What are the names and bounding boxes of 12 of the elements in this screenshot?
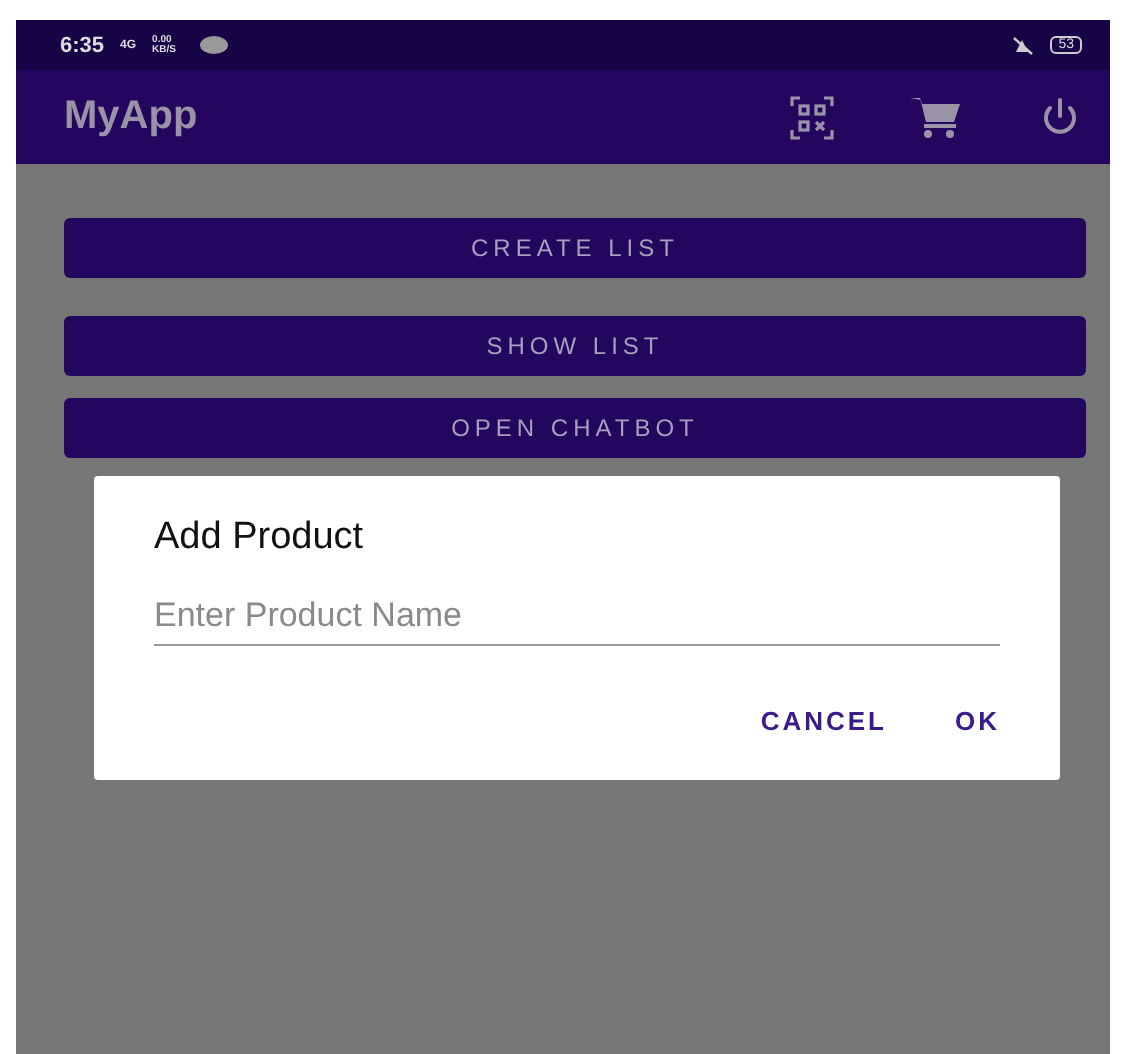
qr-scan-icon[interactable] [790, 95, 834, 139]
app-title: MyApp [64, 94, 200, 140]
action-button[interactable]: CREATE LIST [64, 218, 1086, 278]
power-icon[interactable] [1038, 95, 1082, 139]
dialog-action-button[interactable]: CANCEL [740, 698, 907, 744]
dialog-title: Add Product [154, 516, 366, 560]
action-button[interactable]: OPEN CHATBOT [64, 398, 1086, 458]
mute-icon [1012, 35, 1035, 55]
status-time: 6:35 [60, 33, 105, 57]
cart-icon[interactable] [910, 95, 962, 139]
dialog-action-button[interactable]: OK [935, 698, 1020, 744]
action-button[interactable]: SHOW LIST [64, 316, 1086, 376]
